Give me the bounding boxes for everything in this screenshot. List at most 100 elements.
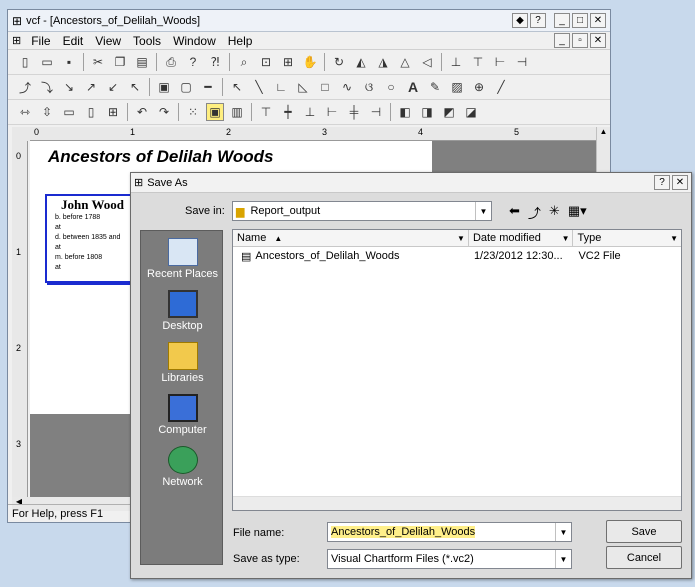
space-v-icon[interactable]: ⇳	[38, 103, 56, 121]
pan-icon[interactable]: ✋	[301, 53, 319, 71]
connector-icon[interactable]: ⤴	[16, 78, 34, 96]
align-left-icon[interactable]: ⊢	[323, 103, 341, 121]
context-help-icon[interactable]: ⁈	[206, 53, 224, 71]
triangle-icon[interactable]: ◺	[294, 78, 312, 96]
save-icon[interactable]: ▪	[60, 53, 78, 71]
place-computer[interactable]: Computer	[141, 387, 224, 439]
same-width-icon[interactable]: ▭	[60, 103, 78, 121]
place-recent[interactable]: Recent Places	[141, 231, 224, 283]
align-icon[interactable]: ⊥	[447, 53, 465, 71]
help-icon[interactable]: ?	[184, 53, 202, 71]
scroll-up-icon[interactable]: ▲	[597, 127, 610, 141]
text-icon[interactable]: A	[404, 78, 422, 96]
restore-icon[interactable]: ◆	[512, 13, 528, 28]
place-libraries[interactable]: Libraries	[141, 335, 224, 387]
chevron-down-icon[interactable]: ▼	[555, 523, 571, 541]
mirror2-icon[interactable]: ◁	[418, 53, 436, 71]
flip-icon[interactable]: ◭	[352, 53, 370, 71]
file-row[interactable]: ▤ Ancestors_of_Delilah_Woods 1/23/2012 1…	[233, 247, 681, 265]
menu-file[interactable]: File	[25, 34, 56, 48]
crosshair-icon[interactable]: ⊕	[470, 78, 488, 96]
menu-help[interactable]: Help	[222, 34, 259, 48]
connector5-icon[interactable]: ↙	[104, 78, 122, 96]
doc-minimize-button[interactable]: _	[554, 33, 570, 48]
place-network[interactable]: Network	[141, 439, 224, 491]
image-icon[interactable]: ▨	[448, 78, 466, 96]
chevron-down-icon[interactable]: ▼	[555, 550, 571, 568]
same-size-icon[interactable]: ⊞	[104, 103, 122, 121]
chevron-down-icon[interactable]: ▼	[475, 202, 491, 220]
copy-icon[interactable]: ❐	[111, 53, 129, 71]
art-text-icon[interactable]: ✎	[426, 78, 444, 96]
file-name-input[interactable]: Ancestors_of_Delilah_Woods ▼	[327, 522, 572, 542]
connector6-icon[interactable]: ↖	[126, 78, 144, 96]
connector4-icon[interactable]: ↗	[82, 78, 100, 96]
align-top-icon[interactable]: ⊤	[257, 103, 275, 121]
undo-icon[interactable]: ↶	[133, 103, 151, 121]
flip2-icon[interactable]: ◮	[374, 53, 392, 71]
dialog-close-button[interactable]: ✕	[672, 175, 688, 190]
doc-restore-button[interactable]: ▫	[572, 33, 588, 48]
place-desktop[interactable]: Desktop	[141, 283, 224, 335]
rotate-icon[interactable]: ↻	[330, 53, 348, 71]
save-in-combo[interactable]: ▆ Report_output ▼	[232, 201, 492, 221]
zoom-window-icon[interactable]: ⊞	[279, 53, 297, 71]
line-style-icon[interactable]: ━	[199, 78, 217, 96]
ellipse-icon[interactable]: ○	[382, 78, 400, 96]
redo-icon[interactable]: ↷	[155, 103, 173, 121]
space-h-icon[interactable]: ⇿	[16, 103, 34, 121]
zoom-fit-icon[interactable]: ⊡	[257, 53, 275, 71]
print-icon[interactable]: ⎙	[162, 53, 180, 71]
align-middle-icon[interactable]: ┿	[279, 103, 297, 121]
align4-icon[interactable]: ⊣	[513, 53, 531, 71]
snap-icon[interactable]: ▣	[206, 103, 224, 121]
new-folder-icon[interactable]: ✳	[549, 203, 560, 222]
bring-forward-icon[interactable]: ◩	[440, 103, 458, 121]
box-icon[interactable]: ▣	[155, 78, 173, 96]
col-name[interactable]: Name ▲ ▼	[233, 230, 469, 246]
send-back-icon[interactable]: ◨	[418, 103, 436, 121]
connector2-icon[interactable]: ⤵	[38, 78, 56, 96]
dialog-help-button[interactable]: ?	[654, 175, 670, 190]
cut-icon[interactable]: ✂	[89, 53, 107, 71]
new-icon[interactable]: ▯	[16, 53, 34, 71]
file-list-hscrollbar[interactable]	[233, 496, 681, 510]
same-height-icon[interactable]: ▯	[82, 103, 100, 121]
align-right-icon[interactable]: ⊣	[367, 103, 385, 121]
maximize-button[interactable]: □	[572, 13, 588, 28]
col-date[interactable]: Date modified ▼	[469, 230, 574, 246]
open-icon[interactable]: ▭	[38, 53, 56, 71]
file-list[interactable]: Name ▲ ▼ Date modified ▼ Type ▼ ▤ Ancestors_…	[232, 229, 682, 511]
menu-view[interactable]: View	[89, 34, 127, 48]
save-button[interactable]: Save	[606, 520, 682, 543]
menu-edit[interactable]: Edit	[57, 34, 90, 48]
doc-close-button[interactable]: ✕	[590, 33, 606, 48]
zoom-icon[interactable]: ⌕	[235, 53, 253, 71]
line-icon[interactable]: ╲	[250, 78, 268, 96]
align-center-icon[interactable]: ╪	[345, 103, 363, 121]
cancel-button[interactable]: Cancel	[606, 546, 682, 569]
send-backward-icon[interactable]: ◪	[462, 103, 480, 121]
box2-icon[interactable]: ▢	[177, 78, 195, 96]
up-folder-icon[interactable]: ⤴	[528, 203, 541, 222]
col-type[interactable]: Type ▼	[573, 230, 681, 246]
minimize-button[interactable]: _	[554, 13, 570, 28]
align2-icon[interactable]: ⊤	[469, 53, 487, 71]
view-menu-icon[interactable]: ▦▾	[568, 203, 587, 222]
save-type-select[interactable]: Visual Chartform Files (*.vc2) ▼	[327, 549, 572, 569]
close-button[interactable]: ✕	[590, 13, 606, 28]
rectangle-icon[interactable]: □	[316, 78, 334, 96]
bring-front-icon[interactable]: ◧	[396, 103, 414, 121]
mirror-icon[interactable]: △	[396, 53, 414, 71]
curve-icon[interactable]: ∿	[338, 78, 356, 96]
chart-title[interactable]: Ancestors of Delilah Woods	[48, 147, 273, 167]
paste-icon[interactable]: ▤	[133, 53, 151, 71]
select-arrow-icon[interactable]: ↖	[228, 78, 246, 96]
freeform-icon[interactable]: ଓ	[360, 78, 378, 96]
grid-icon[interactable]: ⁙	[184, 103, 202, 121]
person-box[interactable]: John Wood b. before 1788 at d. between 1…	[45, 194, 141, 283]
pen-icon[interactable]: ╱	[492, 78, 510, 96]
menu-window[interactable]: Window	[167, 34, 222, 48]
connector3-icon[interactable]: ↘	[60, 78, 78, 96]
page-view-icon[interactable]: ▥	[228, 103, 246, 121]
